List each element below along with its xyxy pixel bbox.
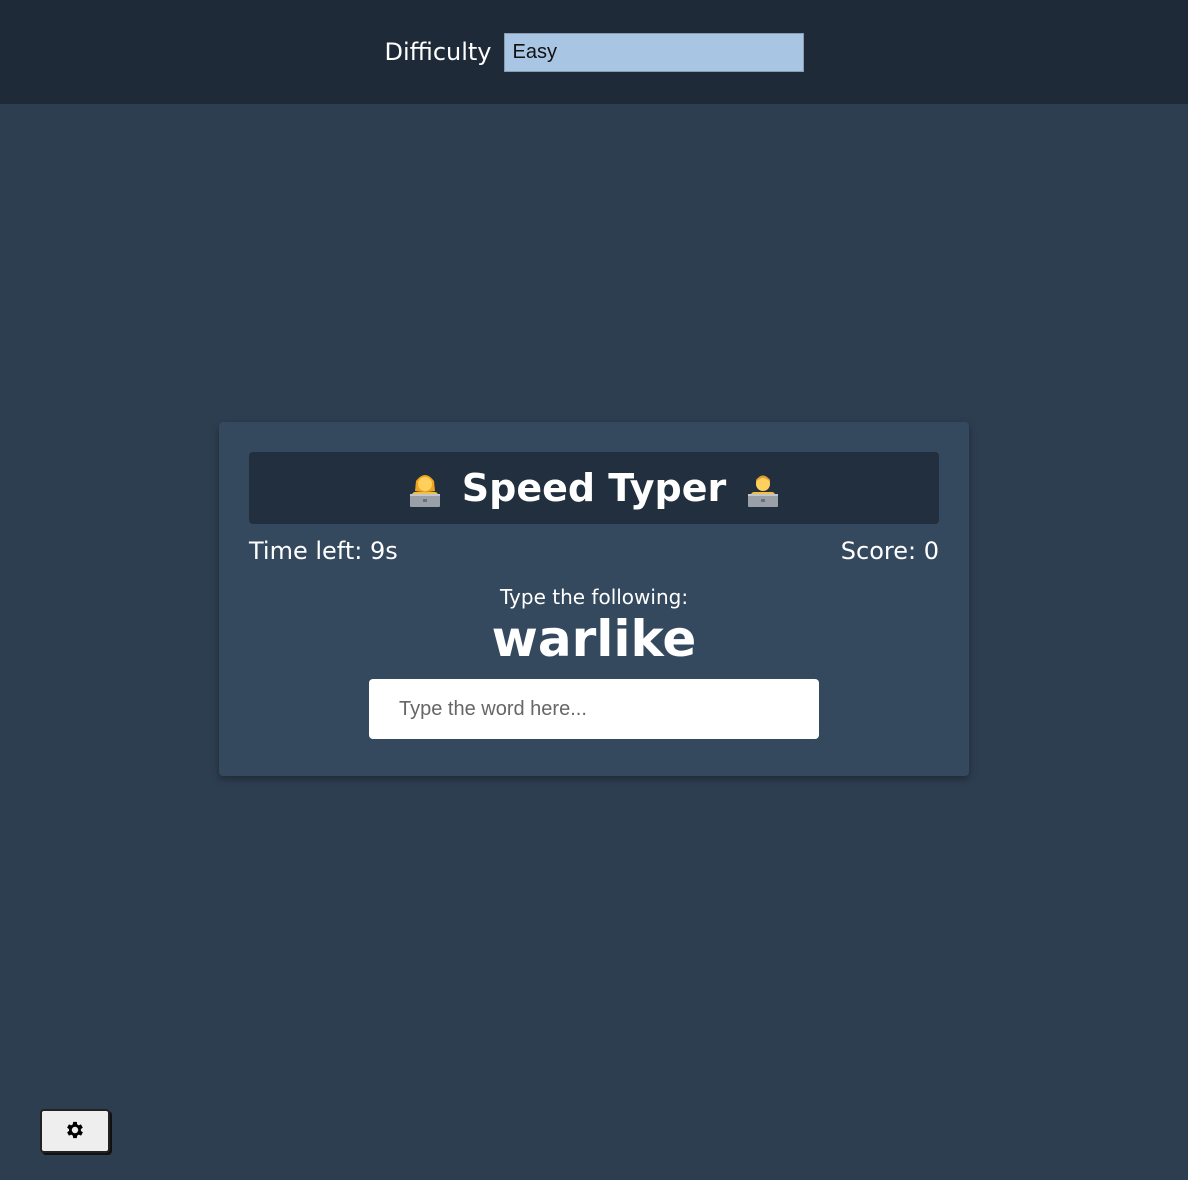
settings-toggle-button[interactable] [40, 1109, 110, 1153]
gear-icon [64, 1119, 86, 1144]
woman-technologist-icon [404, 467, 446, 509]
prompt-label: Type the following: [499, 585, 689, 609]
title-banner: Speed Typer [249, 452, 939, 524]
settings-bar: Difficulty Easy [0, 0, 1188, 104]
difficulty-form: Difficulty Easy [384, 32, 804, 72]
time-left: Time left: 9s [249, 537, 398, 565]
difficulty-selected-value: Easy [512, 40, 557, 63]
difficulty-select[interactable]: Easy [503, 32, 804, 72]
stats-row: Time left: 9s Score: 0 [249, 537, 939, 565]
game-card: Speed Typer Time left: 9s Score: 0 Type … [219, 422, 969, 776]
difficulty-label: Difficulty [384, 38, 492, 66]
man-technologist-icon [742, 467, 784, 509]
page-title: Speed Typer [461, 466, 727, 510]
word-input[interactable] [369, 679, 819, 739]
current-word: warlike [491, 610, 697, 668]
score: Score: 0 [840, 537, 939, 565]
